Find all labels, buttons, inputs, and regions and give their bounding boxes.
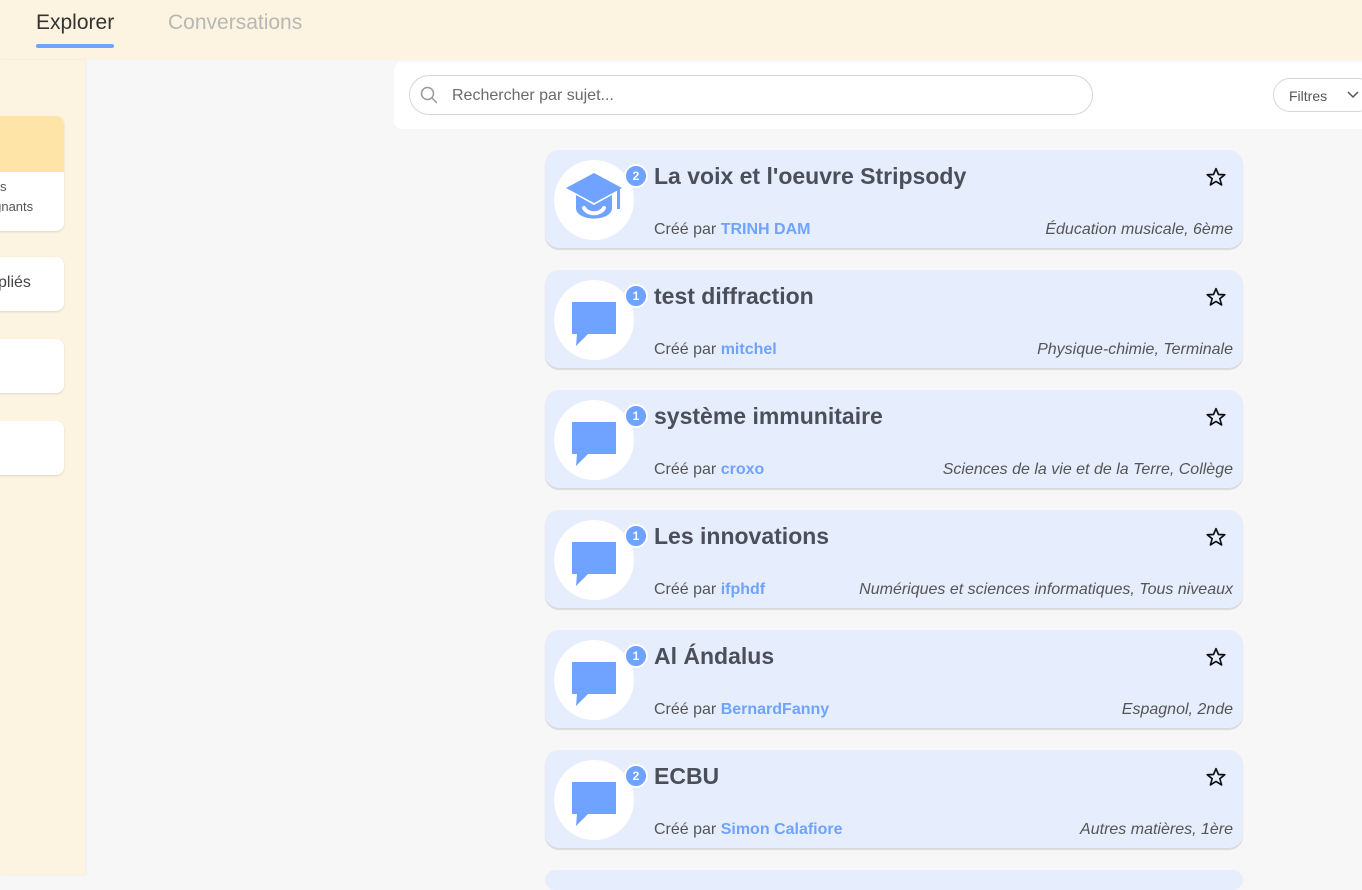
topic-subject: Autres matières, 1ère xyxy=(1080,821,1233,838)
topic-title[interactable]: Les innovations xyxy=(654,523,829,550)
topic-title[interactable]: système immunitaire xyxy=(654,403,883,430)
author-link[interactable]: ifphdf xyxy=(721,581,765,598)
topic-avatar: 1 xyxy=(554,640,648,720)
sidebar-card-folded[interactable]: pliés xyxy=(0,257,64,311)
topic-avatar: 1 xyxy=(554,520,648,600)
topic-card-partial[interactable] xyxy=(545,870,1243,890)
topic-avatar: 1 xyxy=(554,400,648,480)
created-prefix: Créé par xyxy=(654,701,717,718)
topic-card[interactable]: 1 Les innovations Créé par ifphdf Numéri… xyxy=(545,510,1243,608)
reply-count-badge: 1 xyxy=(624,524,648,548)
star-icon[interactable] xyxy=(1206,167,1226,187)
chevron-down-icon xyxy=(1347,91,1359,99)
created-prefix: Créé par xyxy=(654,461,717,478)
created-by: Créé par TRINH DAM xyxy=(654,221,810,239)
search-panel: Filtres xyxy=(394,62,1362,129)
tab-explorer[interactable]: Explorer xyxy=(36,10,115,48)
star-icon[interactable] xyxy=(1206,767,1226,787)
search-box[interactable] xyxy=(409,75,1093,115)
tab-conversations[interactable]: Conversations xyxy=(168,10,302,36)
topic-card[interactable]: 2 ECBU Créé par Simon Calafiore Autres m… xyxy=(545,750,1243,848)
topic-title[interactable]: test diffraction xyxy=(654,283,814,310)
topic-subject: Numériques et sciences informatiques, To… xyxy=(859,581,1233,598)
speech-bubble-icon xyxy=(572,662,616,706)
topic-subject: Éducation musicale, 6ème xyxy=(1045,221,1233,238)
star-icon[interactable] xyxy=(1206,527,1226,547)
reply-count-badge: 2 xyxy=(624,764,648,788)
author-link[interactable]: croxo xyxy=(721,461,765,478)
created-prefix: Créé par xyxy=(654,581,717,598)
topic-card[interactable]: 2 La voix et l'oeuvre Stripsody Créé par… xyxy=(545,150,1243,248)
topic-title[interactable]: Al Ándalus xyxy=(654,643,774,670)
topic-subject: Physique-chimie, Terminale xyxy=(1037,341,1233,358)
star-icon[interactable] xyxy=(1206,407,1226,427)
graduation-cap-icon xyxy=(566,173,622,219)
speech-bubble-icon xyxy=(572,542,616,586)
topic-card[interactable]: 1 test diffraction Créé par mitchel Phys… xyxy=(545,270,1243,368)
reply-count-badge: 1 xyxy=(624,404,648,428)
sidebar-card[interactable] xyxy=(0,339,64,393)
created-by: Créé par Simon Calafiore xyxy=(654,821,843,839)
speech-bubble-icon xyxy=(572,302,616,346)
topic-avatar: 1 xyxy=(554,280,648,360)
topic-avatar: 2 xyxy=(554,760,648,840)
sidebar-item-highlight xyxy=(0,116,64,172)
reply-count-badge: 1 xyxy=(624,284,648,308)
author-link[interactable]: BernardFanny xyxy=(721,701,829,718)
star-icon[interactable] xyxy=(1206,287,1226,307)
author-link[interactable]: Simon Calafiore xyxy=(721,821,843,838)
reply-count-badge: 2 xyxy=(624,164,648,188)
created-prefix: Créé par xyxy=(654,821,717,838)
sidebar-card-text: s xyxy=(0,179,7,194)
author-link[interactable]: mitchel xyxy=(721,341,777,358)
sidebar-card[interactable] xyxy=(0,421,64,475)
topic-card[interactable]: 1 Al Ándalus Créé par BernardFanny Espag… xyxy=(545,630,1243,728)
topic-avatar: 2 xyxy=(554,160,648,240)
author-link[interactable]: TRINH DAM xyxy=(721,221,811,238)
reply-count-badge: 1 xyxy=(624,644,648,668)
topic-title[interactable]: ECBU xyxy=(654,763,719,790)
search-input[interactable] xyxy=(450,84,1074,108)
search-icon xyxy=(420,86,438,104)
speech-bubble-icon xyxy=(572,782,616,826)
topic-subject: Espagnol, 2nde xyxy=(1121,701,1233,718)
created-by: Créé par mitchel xyxy=(654,341,777,359)
created-by: Créé par ifphdf xyxy=(654,581,765,599)
created-prefix: Créé par xyxy=(654,341,717,358)
filters-dropdown[interactable]: Filtres xyxy=(1273,78,1362,112)
sidebar-card-active[interactable]: s eignants xyxy=(0,116,64,231)
filters-label: Filtres xyxy=(1289,88,1328,104)
star-icon[interactable] xyxy=(1206,647,1226,667)
topic-card[interactable]: 1 système immunitaire Créé par croxo Sci… xyxy=(545,390,1243,488)
sidebar-card-label: pliés xyxy=(0,274,31,291)
sidebar-card-text: eignants xyxy=(0,199,34,214)
created-by: Créé par croxo xyxy=(654,461,764,479)
created-prefix: Créé par xyxy=(654,221,717,238)
topic-subject: Sciences de la vie et de la Terre, Collè… xyxy=(942,461,1233,478)
top-nav: Explorer Conversations xyxy=(0,0,1362,60)
topic-title[interactable]: La voix et l'oeuvre Stripsody xyxy=(654,163,966,190)
speech-bubble-icon xyxy=(572,422,616,466)
created-by: Créé par BernardFanny xyxy=(654,701,829,719)
sidebar: s eignants pliés xyxy=(0,60,85,875)
